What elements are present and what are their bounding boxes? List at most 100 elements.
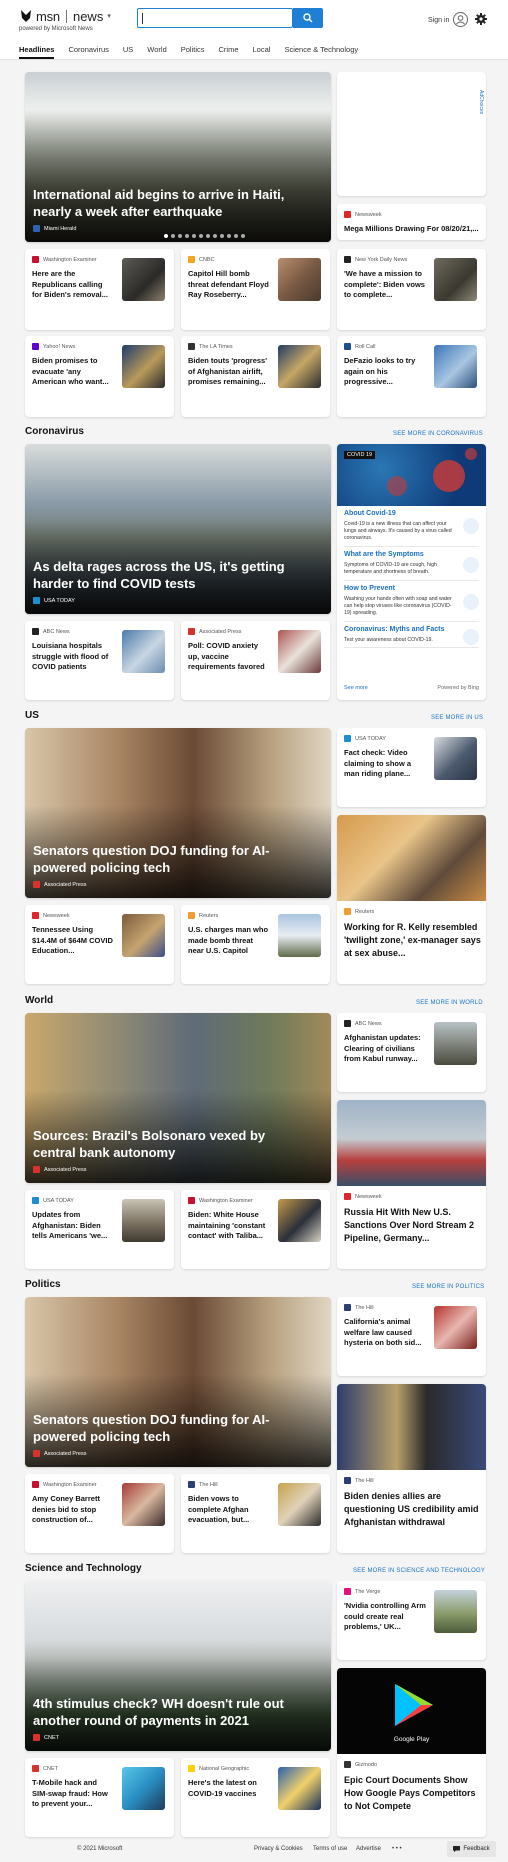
story-card[interactable]: The LA Times Biden touts 'progress' of A… <box>181 336 330 417</box>
terms-link[interactable]: Terms of use <box>313 1846 347 1852</box>
story-title[interactable]: U.S. charges man who made bomb threat ne… <box>188 925 270 957</box>
see-more-link[interactable]: SEE MORE IN WORLD <box>416 1000 483 1006</box>
story-title[interactable]: Amy Coney Barrett denies bid to stop con… <box>32 1494 114 1526</box>
msn-logo[interactable]: msn news ▾ <box>19 8 111 24</box>
story-card[interactable]: Newsweek Tennessee Using $14.4M of $64M … <box>25 905 174 984</box>
story-title[interactable]: Here's the latest on COVID-19 vaccines <box>188 1778 270 1799</box>
story-title[interactable]: California's animal welfare law caused h… <box>344 1317 426 1349</box>
section-heading[interactable]: US <box>25 710 39 721</box>
section-name[interactable]: news <box>73 9 103 24</box>
sign-in-link[interactable]: Sign in <box>428 17 449 24</box>
hero-title[interactable]: Senators question DOJ funding for AI-pow… <box>33 842 301 876</box>
hero-story[interactable]: Sources: Brazil's Bolsonaro vexed by cen… <box>25 1013 331 1183</box>
story-card[interactable]: Washington Examiner Here are the Republi… <box>25 249 174 330</box>
tab-crime[interactable]: Crime <box>219 45 239 58</box>
covid-symptoms-link[interactable]: What are the Symptoms <box>344 551 424 558</box>
hero-story[interactable]: Senators question DOJ funding for AI-pow… <box>25 728 331 898</box>
story-title[interactable]: 'Nvidia controlling Arm could create rea… <box>344 1601 426 1633</box>
story-title[interactable]: Biden: White House maintaining 'constant… <box>188 1210 270 1242</box>
hero-title[interactable]: International aid begins to arrive in Ha… <box>33 186 301 220</box>
story-title[interactable]: Biden denies allies are questioning US c… <box>344 1490 481 1529</box>
hero-title[interactable]: Senators question DOJ funding for AI-pow… <box>33 1411 301 1445</box>
story-card[interactable]: Yahoo! News Biden promises to evacuate '… <box>25 336 174 417</box>
story-title[interactable]: Updates from Afghanistan: Biden tells Am… <box>32 1210 114 1242</box>
tab-coronavirus[interactable]: Coronavirus <box>68 45 108 58</box>
ad-slot[interactable]: AdChoices <box>337 72 486 196</box>
ad-story[interactable]: Newsweek Mega Millions Drawing For 08/20… <box>337 204 486 240</box>
avatar[interactable] <box>453 12 468 27</box>
story-title[interactable]: Epic Court Documents Show How Google Pay… <box>344 1774 481 1813</box>
story-title[interactable]: Biden touts 'progress' of Afghanistan ai… <box>188 356 270 388</box>
hero-title[interactable]: 4th stimulus check? WH doesn't rule out … <box>33 1695 301 1729</box>
hero-story[interactable]: 4th stimulus check? WH doesn't rule out … <box>25 1581 331 1751</box>
story-card[interactable]: USA TODAY Updates from Afghanistan: Bide… <box>25 1190 174 1269</box>
story-title[interactable]: Tennessee Using $14.4M of $64M COVID Edu… <box>32 925 114 957</box>
hero-story[interactable]: As delta rages across the US, it's getti… <box>25 444 331 614</box>
story-title[interactable]: Russia Hit With New U.S. Sanctions Over … <box>344 1206 481 1245</box>
story-card[interactable]: Washington Examiner Biden: White House m… <box>181 1190 330 1269</box>
story-card[interactable]: Washington Examiner Amy Coney Barrett de… <box>25 1474 174 1553</box>
hero-story[interactable]: Senators question DOJ funding for AI-pow… <box>25 1297 331 1467</box>
hero-story[interactable]: International aid begins to arrive in Ha… <box>25 72 331 242</box>
story-title[interactable]: Capitol Hill bomb threat defendant Floyd… <box>188 269 270 301</box>
story-card[interactable]: ABC News Afghanistan updates: Clearing o… <box>337 1013 486 1092</box>
gear-icon[interactable] <box>475 13 487 25</box>
feedback-button[interactable]: Feedback <box>447 1841 496 1857</box>
tab-local[interactable]: Local <box>253 45 271 58</box>
story-title[interactable]: T-Mobile hack and SIM-swap fraud: How to… <box>32 1778 114 1810</box>
see-more-link[interactable]: SEE MORE IN CORONAVIRUS <box>393 431 483 437</box>
story-title[interactable]: DeFazio looks to try again on his progre… <box>344 356 426 388</box>
adchoices-label[interactable]: AdChoices <box>478 90 484 114</box>
story-card[interactable]: Reuters U.S. charges man who made bomb t… <box>181 905 330 984</box>
story-title[interactable]: Mega Millions Drawing For 08/20/21,... <box>344 224 479 235</box>
hero-title[interactable]: Sources: Brazil's Bolsonaro vexed by cen… <box>33 1127 301 1161</box>
carousel-dots[interactable] <box>164 234 245 238</box>
story-card[interactable]: National Geographic Here's the latest on… <box>181 1758 330 1837</box>
story-title[interactable]: Here are the Republicans calling for Bid… <box>32 269 114 301</box>
covid-myths-link[interactable]: Coronavirus: Myths and Facts <box>344 626 444 633</box>
story-title[interactable]: Biden vows to complete Afghan evacuation… <box>188 1494 270 1526</box>
see-more-link[interactable]: SEE MORE IN POLITICS <box>412 1284 484 1290</box>
story-title[interactable]: Louisiana hospitals struggle with flood … <box>32 641 114 673</box>
see-more-link[interactable]: SEE MORE IN US <box>431 715 483 721</box>
more-options-button[interactable]: • • • <box>392 1846 402 1852</box>
section-heading[interactable]: Science and Technology <box>25 1563 142 1574</box>
story-card[interactable]: The Hill California's animal welfare law… <box>337 1297 486 1376</box>
story-title[interactable]: Working for R. Kelly resembled 'twilight… <box>344 921 481 960</box>
story-card[interactable]: CNET T-Mobile hack and SIM-swap fraud: H… <box>25 1758 174 1837</box>
story-card[interactable]: ABC News Louisiana hospitals struggle wi… <box>25 621 174 700</box>
story-card[interactable]: New York Daily News 'We have a mission t… <box>337 249 486 330</box>
tab-us[interactable]: US <box>123 45 133 58</box>
story-title[interactable]: Poll: COVID anxiety up, vaccine requirem… <box>188 641 270 673</box>
story-card[interactable]: The Hill Biden vows to complete Afghan e… <box>181 1474 330 1553</box>
privacy-link[interactable]: Privacy & Cookies <box>254 1846 303 1852</box>
story-card[interactable]: Roll Call DeFazio looks to try again on … <box>337 336 486 417</box>
story-card-large[interactable]: The Hill Biden denies allies are questio… <box>337 1384 486 1553</box>
section-heading[interactable]: World <box>25 995 53 1006</box>
section-heading[interactable]: Politics <box>25 1279 61 1290</box>
section-heading[interactable]: Coronavirus <box>25 426 84 437</box>
tab-headlines[interactable]: Headlines <box>19 45 55 59</box>
hero-title[interactable]: As delta rages across the US, it's getti… <box>33 558 301 592</box>
tab-politics[interactable]: Politics <box>181 45 205 58</box>
see-more-link[interactable]: SEE MORE IN SCIENCE AND TECHNOLOGY <box>353 1568 485 1574</box>
covid-about-link[interactable]: About Covid-19 <box>344 510 396 517</box>
story-title[interactable]: 'We have a mission to complete': Biden v… <box>344 269 426 301</box>
story-title[interactable]: Biden promises to evacuate 'any American… <box>32 356 114 388</box>
covid-prevent-link[interactable]: How to Prevent <box>344 585 395 592</box>
story-card[interactable]: CNBC Capitol Hill bomb threat defendant … <box>181 249 330 330</box>
story-title[interactable]: Fact check: Video claiming to show a man… <box>344 748 426 780</box>
search-button[interactable] <box>293 8 323 28</box>
story-card[interactable]: Associated Press Poll: COVID anxiety up,… <box>181 621 330 700</box>
search-input[interactable] <box>137 8 293 28</box>
advertise-link[interactable]: Advertise <box>356 1846 381 1852</box>
covid-see-more-link[interactable]: See more <box>344 685 368 691</box>
story-title[interactable]: Afghanistan updates: Clearing of civilia… <box>344 1033 426 1065</box>
story-card-large[interactable]: Reuters Working for R. Kelly resembled '… <box>337 815 486 984</box>
story-card-large[interactable]: Newsweek Russia Hit With New U.S. Sancti… <box>337 1100 486 1269</box>
story-card-large[interactable]: Google Play Gizmodo Epic Court Documents… <box>337 1668 486 1837</box>
tab-world[interactable]: World <box>147 45 166 58</box>
tab-science-technology[interactable]: Science & Technology <box>284 45 358 58</box>
story-card[interactable]: The Verge 'Nvidia controlling Arm could … <box>337 1581 486 1660</box>
chevron-down-icon[interactable]: ▾ <box>107 12 111 20</box>
